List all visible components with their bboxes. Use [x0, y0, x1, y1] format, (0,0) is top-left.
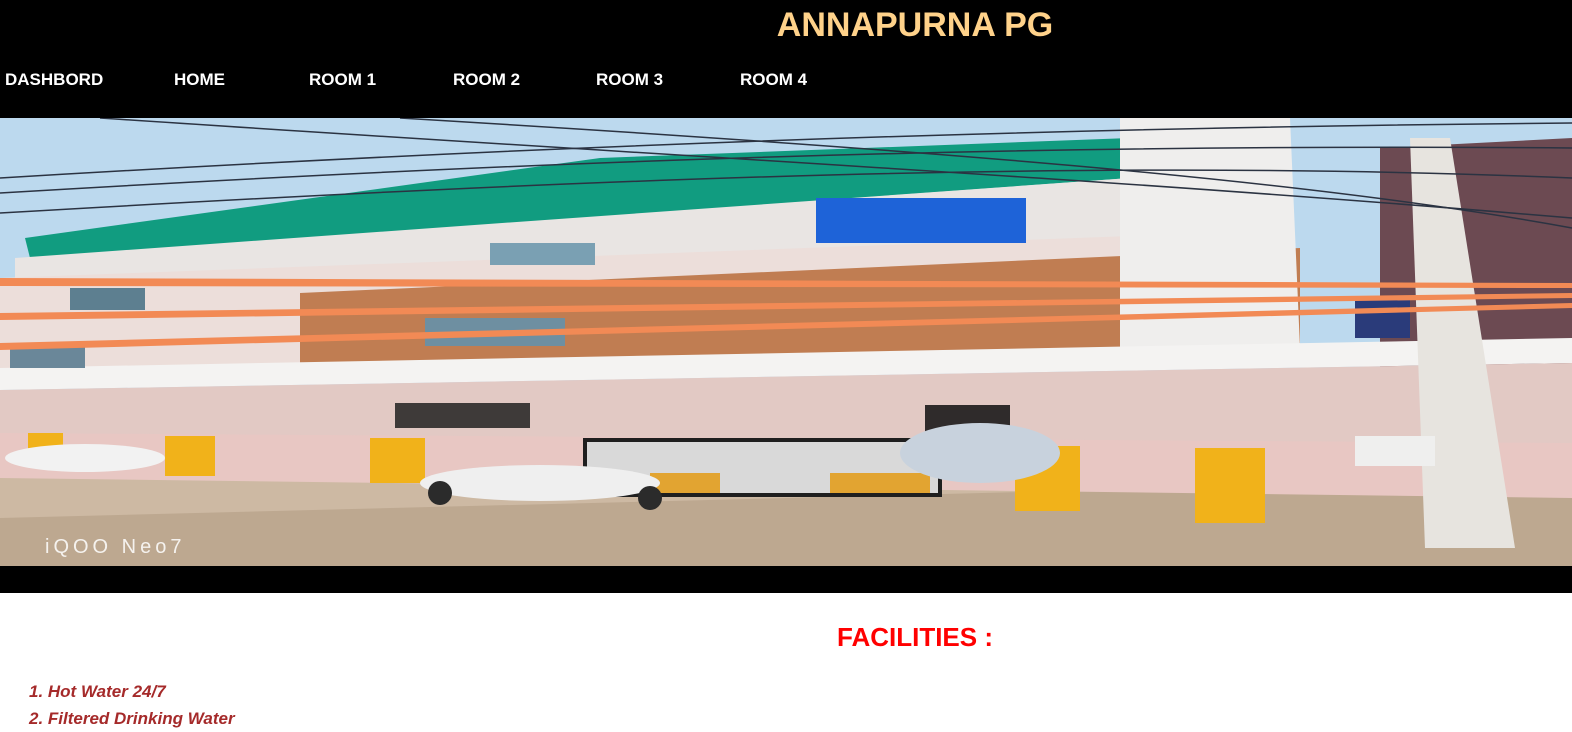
- facility-item: 1. Hot Water 24/7: [29, 682, 166, 701]
- nav-link-room-2[interactable]: ROOM 2: [453, 70, 520, 90]
- nav-link-dashboard[interactable]: DASHBORD: [5, 70, 103, 90]
- photo-watermark: iQOO Neo7: [45, 536, 185, 558]
- facilities-list: 1. Hot Water 24/7 2. Filtered Drinking W…: [29, 678, 235, 732]
- nav-link-room-3[interactable]: ROOM 3: [596, 70, 663, 90]
- facilities-title: FACILITIES :: [837, 622, 993, 652]
- site-title: ANNAPURNA PG: [776, 6, 1054, 44]
- nav-link-home[interactable]: HOME: [174, 70, 225, 90]
- nav-link-room-4[interactable]: ROOM 4: [740, 70, 807, 90]
- facility-item: 2. Filtered Drinking Water: [29, 709, 235, 728]
- site-header: ANNAPURNA PG DASHBORD HOME ROOM 1 ROOM 2…: [0, 0, 1572, 593]
- nav-link-room-1[interactable]: ROOM 1: [309, 70, 376, 90]
- hero-building-photo: iQOO Neo7: [0, 118, 1572, 566]
